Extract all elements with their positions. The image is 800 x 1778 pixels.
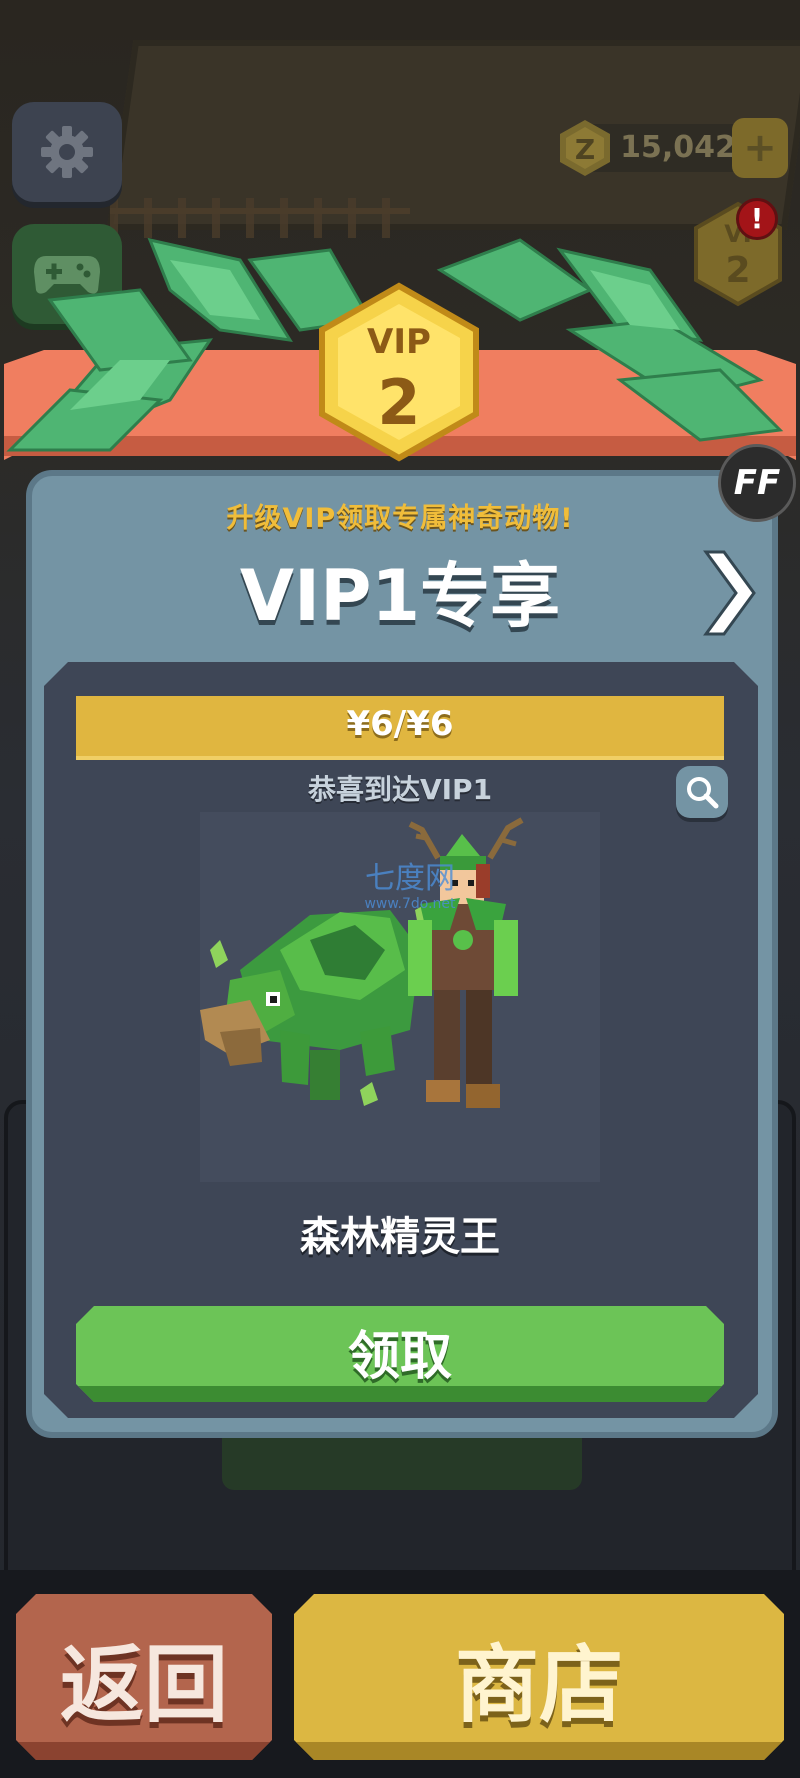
z-coin-icon: Z xyxy=(560,120,610,176)
gear-icon xyxy=(41,126,93,178)
preview-button[interactable] xyxy=(676,766,728,818)
coin-counter: Z 15,042 + xyxy=(556,118,788,178)
back-label: 返回 xyxy=(59,1636,228,1734)
modal-subtitle: 升级VIP领取专属神奇动物! xyxy=(226,503,574,534)
shop-button[interactable]: 商店 xyxy=(294,1594,784,1760)
forest-turtle xyxy=(200,904,430,1106)
next-arrow-icon[interactable] xyxy=(698,548,758,638)
back-button[interactable]: 返回 xyxy=(16,1594,272,1760)
claim-label: 领取 xyxy=(347,1327,452,1387)
forest-elf-king-image xyxy=(200,817,524,1108)
shop-label: 商店 xyxy=(454,1636,623,1734)
magnifier-icon xyxy=(687,777,719,809)
reward-name: 森林精灵王 xyxy=(300,1214,500,1260)
watermark-url: www.7do.net xyxy=(364,896,456,912)
progress-text: ¥6/¥6 xyxy=(346,704,454,744)
claim-button[interactable]: 领取 xyxy=(76,1306,724,1402)
watermark-name: 七度网 xyxy=(365,861,455,896)
fence-rail xyxy=(110,208,410,214)
settings-button[interactable] xyxy=(12,102,122,202)
modal-title: VIP1专享 xyxy=(239,555,561,637)
svg-text:Z: Z xyxy=(575,133,595,166)
vip-badge-level: 2 xyxy=(377,366,421,439)
add-coins-button[interactable]: + xyxy=(732,118,788,178)
vip-progress-bar: ¥6/¥6 xyxy=(76,696,724,760)
vip-badge-label: VIP xyxy=(367,322,431,362)
coin-amount: 15,042 xyxy=(620,130,736,165)
watermark: 七度网 www.7do.net xyxy=(320,861,500,913)
